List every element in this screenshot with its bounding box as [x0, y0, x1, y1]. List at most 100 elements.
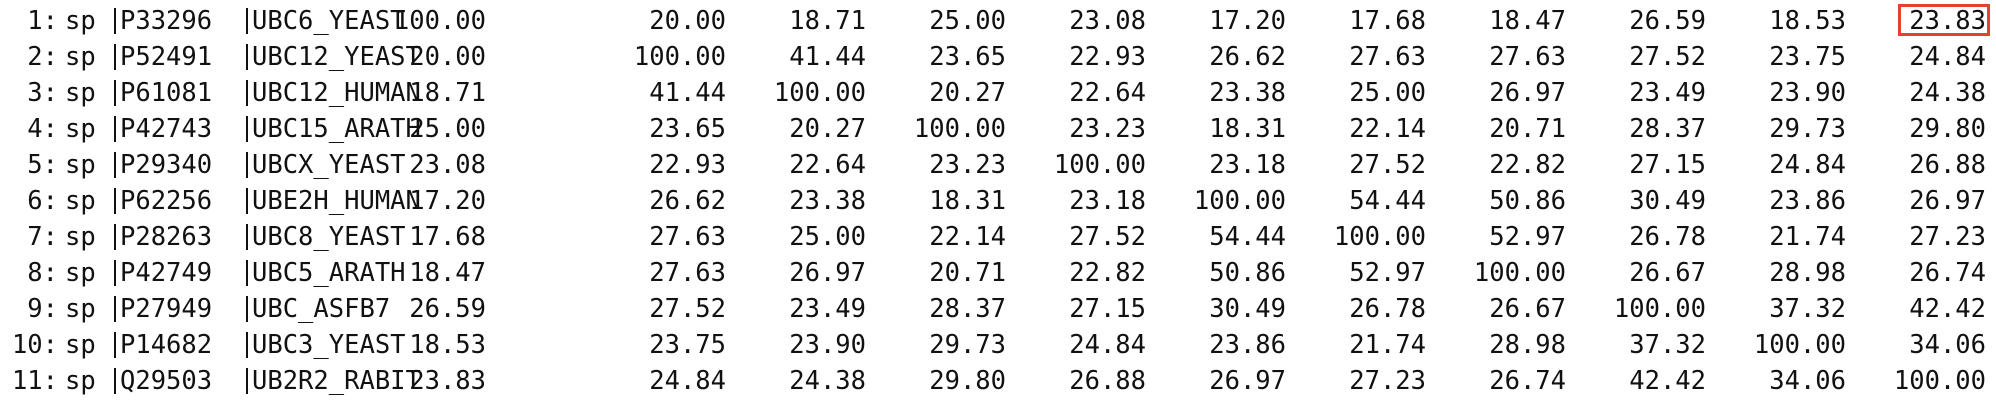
field-separator	[114, 224, 116, 250]
identity-value: 17.20	[1209, 6, 1286, 36]
accession-id: P62256	[120, 186, 213, 216]
identity-value: 26.67	[1629, 258, 1706, 288]
identity-value: 28.37	[1629, 114, 1706, 144]
matrix-row: 3: sp P61081 UBC12_HUMAN 18.71 41.44 100.00 20.…	[0, 75, 1996, 111]
identity-value: 22.93	[649, 150, 726, 180]
database-tag: sp	[65, 366, 96, 396]
identity-value: 26.74	[1489, 366, 1566, 396]
identity-value: 100.00	[1193, 186, 1286, 216]
matrix-row: 9: sp P27949 UBC_ASFB7 26.59 27.52 23.49 28.37 2…	[0, 291, 1996, 327]
database-tag: sp	[65, 114, 96, 144]
database-tag: sp	[65, 150, 96, 180]
identity-value: 27.52	[1069, 222, 1146, 252]
matrix-row: 5: sp P29340 UBCX_YEAST 23.08 22.93 22.64 23.23…	[0, 147, 1996, 183]
accession-id: P52491	[120, 42, 213, 72]
identity-value: 100.00	[1053, 150, 1146, 180]
identity-value: 24.84	[1069, 330, 1146, 360]
entry-name: UBC8_YEAST	[252, 222, 406, 252]
identity-value: 17.68	[409, 222, 486, 252]
identity-value: 23.90	[1769, 78, 1846, 108]
identity-value: 23.86	[1769, 186, 1846, 216]
field-separator	[114, 332, 116, 358]
identity-value: 27.63	[649, 222, 726, 252]
identity-value: 26.88	[1909, 150, 1986, 180]
identity-value: 17.68	[1349, 6, 1426, 36]
identity-value: 18.71	[789, 6, 866, 36]
matrix-row: 11: sp Q29503 UB2R2_RABIT 23.83 24.84 24.38 29.…	[0, 363, 1996, 399]
accession-id: P42749	[120, 258, 213, 288]
field-separator	[114, 368, 116, 394]
identity-value: 23.75	[1769, 42, 1846, 72]
identity-value: 23.18	[1069, 186, 1146, 216]
database-tag: sp	[65, 6, 96, 36]
identity-value: 27.52	[649, 294, 726, 324]
identity-value: 27.52	[1349, 150, 1426, 180]
identity-value: 27.23	[1349, 366, 1426, 396]
identity-value: 23.83	[409, 366, 486, 396]
accession-id: P14682	[120, 330, 213, 360]
identity-value: 24.84	[1909, 42, 1986, 72]
field-separator	[246, 332, 248, 358]
field-separator	[114, 8, 116, 34]
identity-value: 27.63	[1489, 42, 1566, 72]
identity-value: 23.86	[1209, 330, 1286, 360]
identity-value: 29.73	[929, 330, 1006, 360]
identity-value: 18.53	[409, 330, 486, 360]
identity-value: 41.44	[789, 42, 866, 72]
identity-value: 54.44	[1349, 186, 1426, 216]
row-index: 3:	[27, 78, 58, 108]
database-tag: sp	[65, 42, 96, 72]
identity-value: 54.44	[1209, 222, 1286, 252]
identity-value: 26.97	[1909, 186, 1986, 216]
identity-value: 100.00	[1893, 366, 1986, 396]
entry-name: UBC_ASFB7	[252, 294, 391, 324]
identity-value: 23.23	[929, 150, 1006, 180]
identity-value: 26.97	[1209, 366, 1286, 396]
identity-value: 26.97	[1489, 78, 1566, 108]
identity-value: 20.71	[929, 258, 1006, 288]
row-index: 11:	[11, 366, 58, 396]
identity-value: 22.82	[1489, 150, 1566, 180]
identity-value: 26.88	[1069, 366, 1146, 396]
entry-name: UBC5_ARATH	[252, 258, 406, 288]
identity-value: 42.42	[1909, 294, 1986, 324]
identity-value: 100.00	[913, 114, 1006, 144]
identity-value: 20.00	[649, 6, 726, 36]
identity-value: 26.62	[1209, 42, 1286, 72]
identity-value: 28.98	[1769, 258, 1846, 288]
identity-value: 23.90	[789, 330, 866, 360]
identity-value: 26.78	[1349, 294, 1426, 324]
identity-value: 18.31	[1209, 114, 1286, 144]
identity-value: 29.80	[1909, 114, 1986, 144]
entry-name: UBC15_ARATH	[252, 114, 421, 144]
identity-value: 22.14	[929, 222, 1006, 252]
matrix-row: 1: sp P33296 UBC6_YEAST 100.00 20.00 18.71 25.0…	[0, 3, 1996, 39]
identity-value: 20.27	[929, 78, 1006, 108]
identity-value: 27.15	[1069, 294, 1146, 324]
identity-value: 34.06	[1769, 366, 1846, 396]
identity-value: 18.53	[1769, 6, 1846, 36]
identity-value: 23.18	[1209, 150, 1286, 180]
field-separator	[246, 296, 248, 322]
field-separator	[114, 152, 116, 178]
identity-value: 30.49	[1209, 294, 1286, 324]
identity-value: 21.74	[1349, 330, 1426, 360]
identity-value: 37.32	[1629, 330, 1706, 360]
accession-id: P28263	[120, 222, 213, 252]
identity-value: 100.00	[1753, 330, 1846, 360]
identity-value: 22.64	[1069, 78, 1146, 108]
row-index: 10:	[11, 330, 58, 360]
identity-value: 23.49	[1629, 78, 1706, 108]
entry-name: UBCX_YEAST	[252, 150, 406, 180]
field-separator	[114, 296, 116, 322]
row-index: 2:	[27, 42, 58, 72]
identity-value: 26.59	[409, 294, 486, 324]
accession-id: P33296	[120, 6, 213, 36]
identity-value: 26.59	[1629, 6, 1706, 36]
identity-value: 30.49	[1629, 186, 1706, 216]
row-index: 8:	[27, 258, 58, 288]
entry-name: UBC12_HUMAN	[252, 78, 421, 108]
identity-value: 100.00	[773, 78, 866, 108]
identity-value: 26.62	[649, 186, 726, 216]
identity-value: 26.74	[1909, 258, 1986, 288]
